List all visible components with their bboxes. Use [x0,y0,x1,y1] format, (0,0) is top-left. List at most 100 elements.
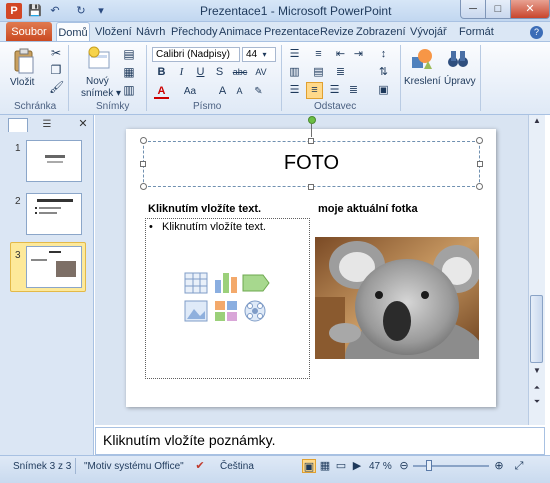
drawing-button[interactable]: Kreslení [404,76,441,87]
line-spacing-icon[interactable]: ↕ [376,47,391,62]
justify-icon[interactable]: ≣ [333,65,348,80]
slide-thumbnail-2[interactable] [26,193,82,235]
char-spacing-icon[interactable]: AV [252,65,270,80]
help-icon[interactable]: ? [530,26,543,39]
slide-thumbnail-3[interactable] [26,246,82,288]
slides-tab-icon[interactable] [8,118,28,132]
text-direction-icon[interactable]: ⇅ [376,65,391,80]
zoom-out-icon[interactable]: ⊖ [397,459,411,473]
right-column-heading[interactable]: moje aktuální fotka [318,203,418,215]
resize-handle[interactable] [140,183,147,190]
resize-handle[interactable] [308,184,314,190]
resize-handle[interactable] [476,137,483,144]
tab-slideshow[interactable]: Prezentace [264,22,320,42]
increase-indent-icon[interactable]: ⇥ [351,47,366,62]
reading-view-icon[interactable]: ▭ [334,459,348,473]
spellcheck-icon[interactable]: ✔ [193,459,207,473]
rotation-handle[interactable] [308,116,316,124]
close-panel-icon[interactable]: ✕ [76,117,90,131]
zoom-slider-track[interactable] [413,465,489,467]
align-left-icon[interactable]: ☰ [287,83,302,98]
language[interactable]: Čeština [220,461,254,472]
zoom-level[interactable]: 47 % [369,461,392,472]
zoom-slider-thumb[interactable] [426,460,432,471]
justify-full-icon[interactable]: ≣ [346,83,361,98]
slide-title[interactable]: FOTO [143,152,480,175]
tab-review[interactable]: Revize [320,22,354,42]
next-slide-icon[interactable]: ⏷ [531,397,543,409]
binoculars-icon[interactable] [446,47,470,71]
powerpoint-app-icon[interactable]: P [6,3,22,19]
left-column-heading[interactable]: Kliknutím vložíte text. [148,203,261,215]
italic-icon[interactable]: I [174,65,189,80]
resize-handle[interactable] [140,161,146,167]
bullets-icon[interactable]: ☰ [287,47,302,62]
decrease-indent-icon[interactable]: ⇤ [333,47,348,62]
columns-icon[interactable]: ▥ [287,65,302,80]
tab-developer[interactable]: Vývojář [410,22,447,42]
change-case-icon[interactable]: Aa [180,84,200,99]
slide-thumbnail-1[interactable] [26,140,82,182]
editing-button[interactable]: Úpravy [444,76,476,87]
font-color-icon[interactable]: A [154,84,169,99]
font-size-dropdown-icon[interactable]: ▾ [257,47,272,62]
new-slide-icon[interactable] [86,46,112,74]
close-button[interactable]: ✕ [510,0,550,19]
undo-icon[interactable]: ↶ [48,4,62,18]
tab-animations[interactable]: Animace [219,22,262,42]
shrink-font-icon[interactable]: A [232,84,247,99]
smartart-icon[interactable]: ▣ [376,83,391,98]
underline-icon[interactable]: U [193,65,208,80]
tab-format[interactable]: Formát [459,22,494,42]
align-center-icon[interactable]: ≡ [306,82,323,99]
tab-file[interactable]: Soubor [6,22,52,42]
cut-icon[interactable]: ✂ [49,46,63,60]
shapes-icon[interactable] [410,47,434,71]
customize-qat-icon[interactable]: ▾ [94,4,108,18]
numbering-icon[interactable]: ≡ [311,47,326,62]
resize-handle[interactable] [308,138,314,144]
tab-view[interactable]: Zobrazení [356,22,406,42]
outline-tab-icon[interactable]: ☰ [32,118,62,132]
copy-icon[interactable]: ❐ [49,63,63,77]
koala-photo[interactable] [315,237,485,397]
scroll-down-icon[interactable]: ▼ [531,366,543,378]
paste-icon[interactable] [12,48,36,74]
format-painter-icon[interactable]: 🖌 [49,80,64,94]
slide-sorter-icon[interactable]: ▦ [318,459,332,473]
content-bullet-text[interactable]: Kliknutím vložíte text. [162,221,266,233]
new-slide-label-1[interactable]: Nový [86,76,109,87]
resize-handle[interactable] [477,161,483,167]
shadow-icon[interactable]: S [212,65,227,80]
section-icon[interactable]: ▥ [122,83,136,97]
grow-font-icon[interactable]: A [215,84,230,99]
layout-icon[interactable]: ▤ [122,47,136,61]
strikethrough-icon[interactable]: abc [231,65,249,80]
new-slide-label-2[interactable]: snímek ▾ [81,88,121,99]
reset-icon[interactable]: ▦ [122,65,136,79]
notes-placeholder[interactable]: Kliknutím vložíte poznámky. [103,432,275,448]
tab-insert[interactable]: Vložení [95,22,132,42]
tab-design[interactable]: Návrh [136,22,165,42]
normal-view-icon[interactable]: ▣ [302,459,316,473]
resize-handle[interactable] [476,183,483,190]
resize-handle[interactable] [140,137,147,144]
tab-transitions[interactable]: Přechody [171,22,217,42]
scrollbar-thumb[interactable] [530,295,543,363]
fit-to-window-icon[interactable]: ⤢ [512,459,526,473]
clear-formatting-icon[interactable]: ✎ [251,84,266,99]
bold-icon[interactable]: B [154,65,169,80]
minimize-button[interactable]: ─ [460,0,486,19]
tab-home[interactable]: Domů [56,22,90,42]
align-right-icon[interactable]: ☰ [327,83,342,98]
zoom-in-icon[interactable]: ⊕ [492,459,506,473]
slideshow-icon[interactable]: ▶ [350,459,364,473]
maximize-button[interactable]: □ [485,0,511,19]
font-name-combo[interactable]: Calibri (Nadpisy) [152,47,240,62]
vertical-scrollbar[interactable] [528,115,545,425]
scroll-up-icon[interactable]: ▲ [531,116,543,128]
paste-button[interactable]: Vložit [10,77,34,88]
save-icon[interactable]: 💾 [28,4,42,18]
redo-icon[interactable]: ↻ [74,4,88,18]
align-text-icon[interactable]: ▤ [311,65,326,80]
